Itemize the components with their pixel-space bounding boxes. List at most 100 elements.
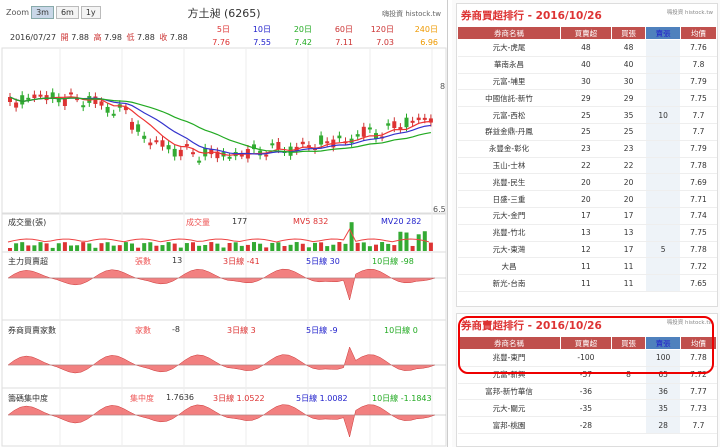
main-3d-line: 3日線 -41 [223,257,260,266]
sell-cell [645,73,681,91]
table-row[interactable]: 富邦-新竹華信 -36 36 7.77 [457,383,717,401]
table-row[interactable]: 兆豐-民生 20 20 7.69 [457,173,717,192]
avg-cell: 7.65 [680,274,717,292]
candle-body [14,102,19,108]
table-row[interactable]: 華南永昌 40 40 7.8 [457,56,717,74]
avg-cell: 7.76 [680,39,717,57]
volume-bar [111,245,116,251]
table-row[interactable]: 富邦-桃園 -28 28 7.7 [457,416,717,434]
table-row[interactable]: 元富-埔里 30 30 7.79 [457,73,717,91]
avg-cell: 7.69 [680,173,717,192]
main-5d-line: 5日線 30 [306,257,340,266]
sell-cell [645,190,681,208]
candle-body [130,121,134,130]
broker-cell[interactable]: 華南永昌 [457,56,561,74]
broker-cell[interactable]: 元大-東灣 [457,241,561,259]
volume-bar [148,242,153,251]
table-row[interactable]: 兆豐-竹北 13 13 7.75 [457,224,717,242]
broker-cell[interactable]: 永豐金-彰化 [457,140,561,158]
ma10-line [9,96,431,155]
table-row[interactable]: 永豐金-彰化 23 23 7.79 [457,140,717,158]
candle-body [337,135,342,139]
volume-bar [288,244,293,251]
volume-bar [337,242,342,251]
conc-3d-line: 3日線 1.0522 [213,394,265,403]
avg-cell: 7.79 [680,73,717,91]
broker-cell[interactable]: 日盛-三重 [457,190,561,208]
net-cell: -36 [560,383,612,401]
net-cell: -35 [560,399,612,418]
net-cell: 17 [560,207,612,225]
avg-cell: 7.7 [680,106,717,124]
candle-body [404,117,409,128]
volume-bar [294,242,299,251]
avg-cell: 7.71 [680,190,717,208]
table-row[interactable]: 元大-虎尾 48 48 7.76 [457,39,717,57]
candle-body [197,160,202,163]
avg-cell: 7.79 [680,140,717,158]
volume-bar [197,245,202,251]
volume-bar [276,242,281,251]
table-row[interactable]: 元富-西松 25 35 10 7.7 [457,106,717,124]
col-buy: 買張 [610,26,647,40]
table-row[interactable]: 玉山-士林 22 22 7.78 [457,157,717,175]
brokers-units-label: 家數 [135,326,151,335]
buy-cell: 23 [611,140,646,158]
broker-cell[interactable]: 大昌 [457,257,561,276]
net-cell: 23 [560,140,612,158]
broker-cell[interactable]: 兆豐-民生 [457,173,561,192]
panel-frame [1,319,447,389]
avg-cell: 7.78 [680,157,717,175]
table-row[interactable]: 元大-金門 17 17 7.74 [457,207,717,225]
high-value: 7.98 [104,33,122,42]
sell-cell: 28 [645,416,681,434]
broker-cell[interactable]: 新光-台南 [457,274,561,292]
broker-cell[interactable]: 中國信託-新竹 [457,89,561,108]
volume-bar [258,243,263,251]
ma5-label: 5日 [216,25,230,34]
table-row[interactable]: 元大-關元 -35 35 7.73 [457,399,717,418]
ma20-value: 7.42 [294,38,312,47]
broker-cell[interactable]: 兆豐-竹北 [457,224,561,242]
net-cell: 48 [560,39,612,57]
volume-bar [313,242,317,251]
table-row[interactable]: 大昌 11 11 7.72 [457,257,717,276]
volume-bar [361,242,366,251]
table-row[interactable]: 新光-台南 11 11 7.65 [457,274,717,292]
volume-bar [105,242,110,251]
sell-cell [645,173,681,192]
broker-cell[interactable]: 元大-關元 [457,399,561,418]
volume-bar [282,245,287,251]
buy-cell: 20 [611,173,646,192]
table-row[interactable]: 日盛-三重 20 20 7.71 [457,190,717,208]
broker-cell[interactable]: 元大-虎尾 [457,39,561,57]
sell-cell [645,123,681,141]
avg-cell: 7.75 [680,224,717,242]
concentration-area [7,404,436,438]
volume-bar [410,245,415,251]
conc-units-value: 1.7636 [166,393,194,402]
table-row[interactable]: 中國信託-新竹 29 29 7.75 [457,89,717,108]
broker-cell[interactable]: 元富-埔里 [457,73,561,91]
broker-cell[interactable]: 元大-金門 [457,207,561,225]
volume-bar [75,245,80,251]
broker-cell[interactable]: 玉山-士林 [457,157,561,175]
volume-bar [252,242,256,251]
ma20-line [9,96,432,153]
volume-bar [87,243,92,251]
table-row[interactable]: 群益金鼎-丹鳳 25 25 7.7 [457,123,717,141]
candle-body [319,135,324,145]
table-row[interactable]: 元大-東灣 12 17 5 7.78 [457,241,717,259]
net-cell: 13 [560,224,612,242]
volume-bar [392,245,397,251]
broker-cell[interactable]: 元富-西松 [457,106,561,124]
volume-bar [56,243,61,251]
volume-bar [398,231,403,251]
buy-cell: 29 [611,89,646,108]
net-cell: -28 [560,416,612,434]
broker-cell[interactable]: 富邦-新竹華信 [457,383,561,401]
panel-frame [1,47,447,214]
broker-cell[interactable]: 群益金鼎-丹鳳 [457,123,561,141]
broker-cell[interactable]: 富邦-桃園 [457,416,561,434]
candle-body [300,141,305,145]
